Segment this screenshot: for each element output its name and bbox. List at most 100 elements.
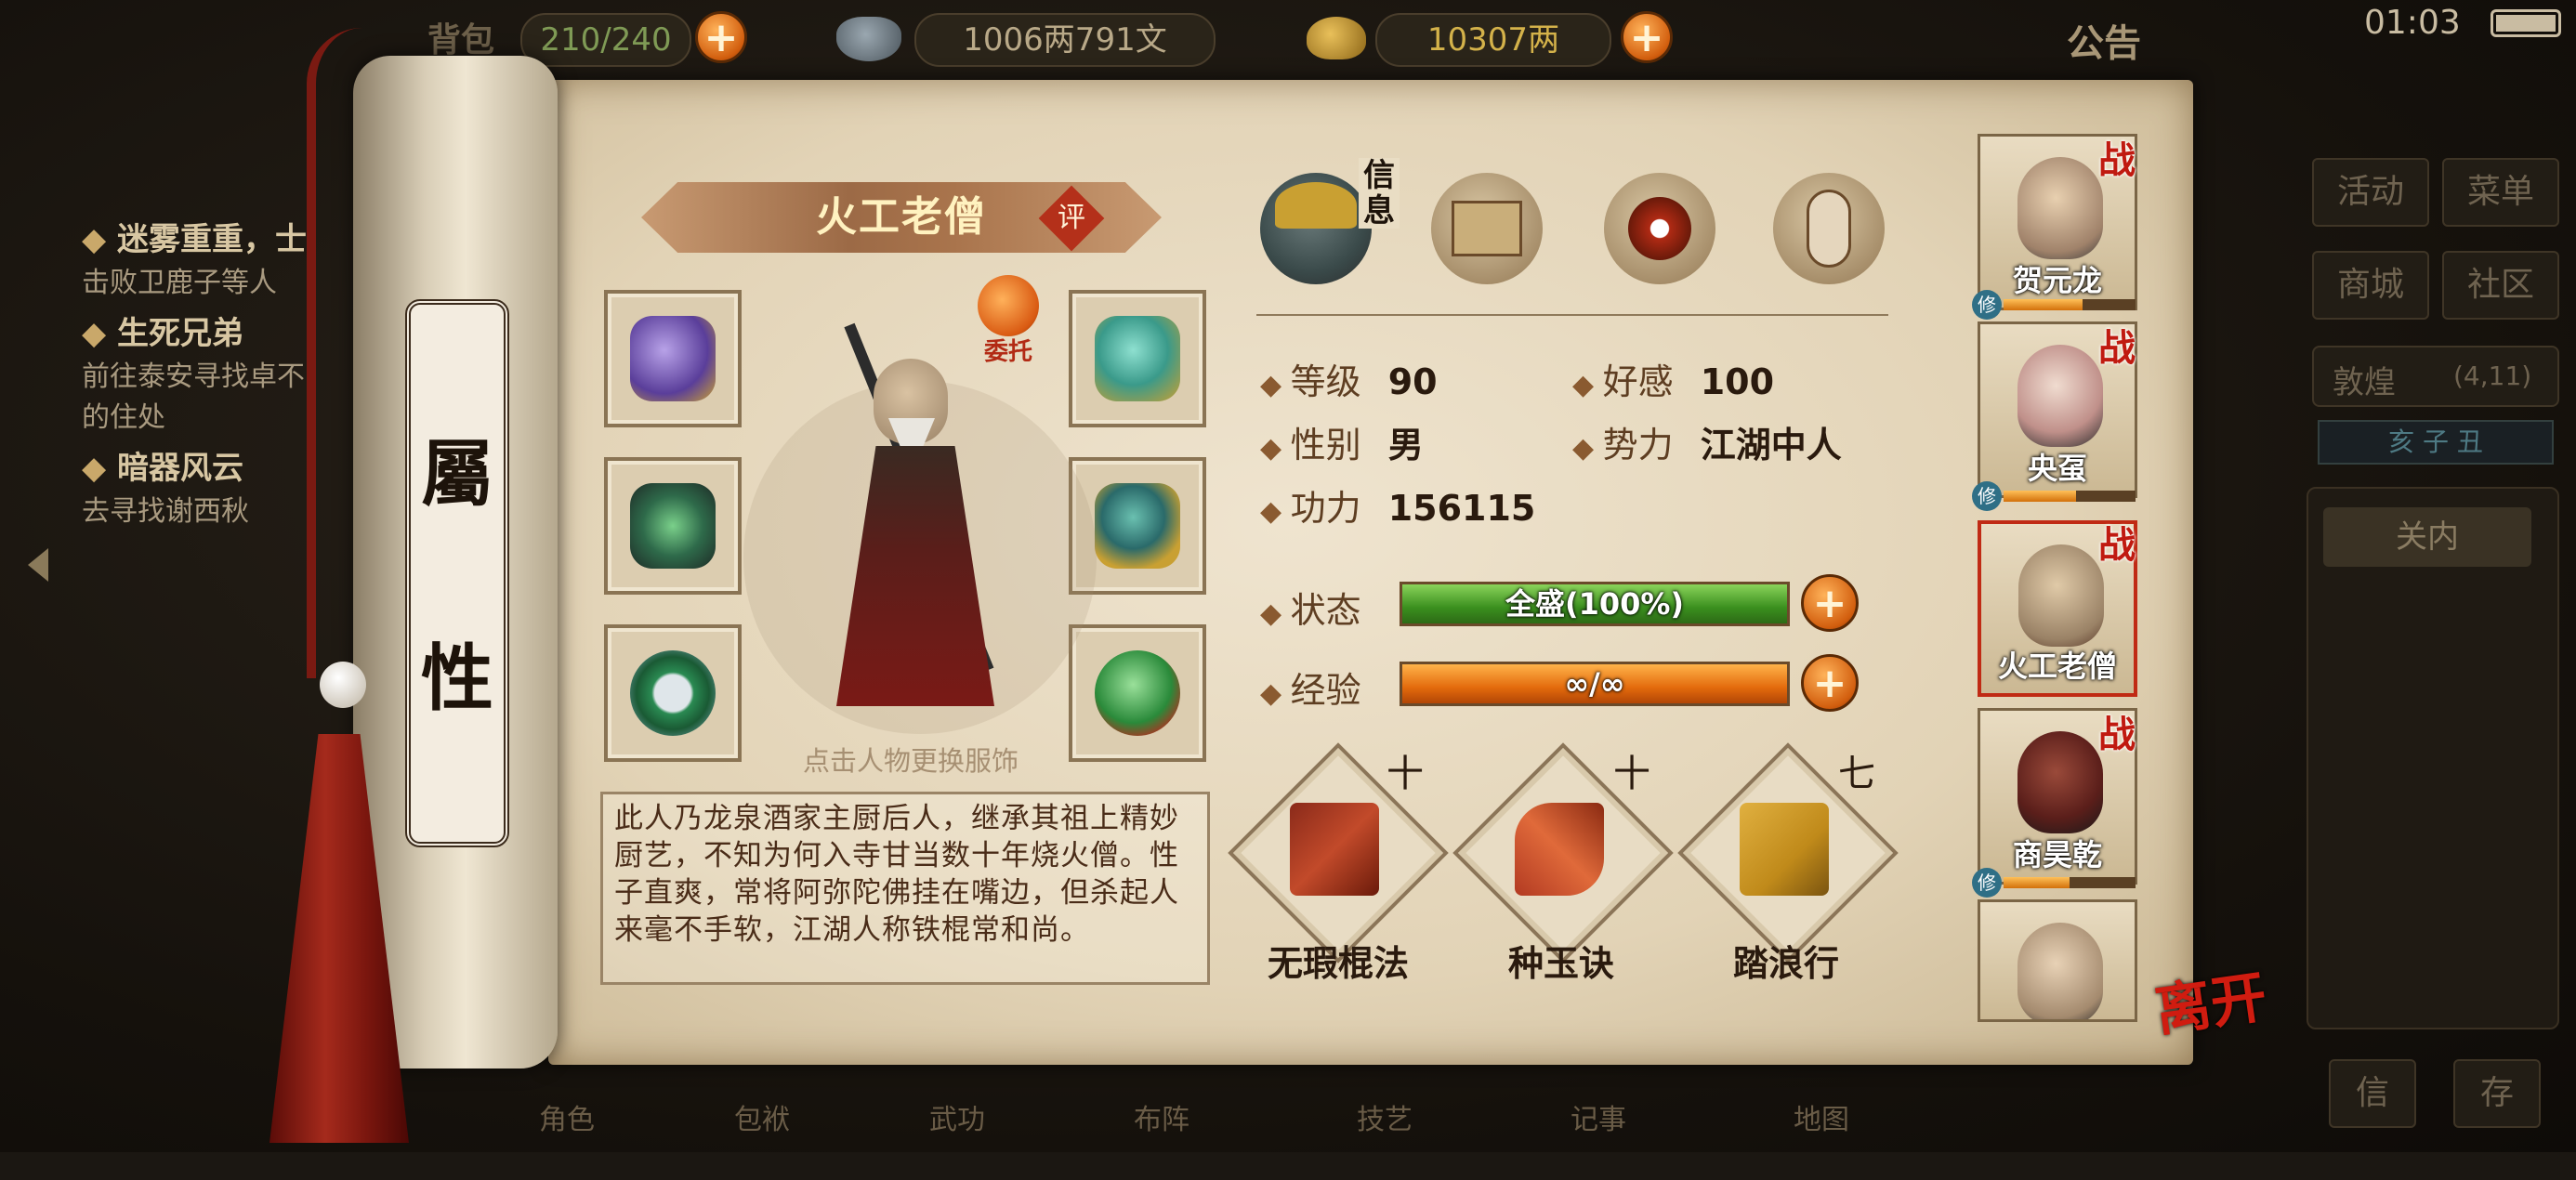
equip-slot-amulet[interactable] [1069,624,1206,762]
menu-button[interactable]: 菜单 [2442,158,2559,227]
notice-button[interactable]: 公告 [2067,13,2141,67]
stat-faction: ◆ 势力 江湖中人 [1572,425,1842,465]
tab-map[interactable]: 地图 [1794,1096,1942,1180]
tab-bag[interactable]: 包袱 [734,1096,883,1180]
cultivate-badge: 修 [1972,481,2002,511]
hat-icon [1095,316,1180,401]
scroll-label-char: 性 [420,636,493,721]
tab-inventory[interactable] [1431,173,1543,284]
party-mini-bar [2004,299,2136,310]
dagger-icon [630,483,716,569]
party-roster: 贺元龙 战 修 央虿 战 修 火工老僧 战 商昊乾 战 修 [1972,130,2145,1022]
cultivate-badge: 修 [1972,868,2002,898]
stat-level-value: 90 [1387,361,1438,402]
stat-exp: ◆ 经验 [1260,670,1361,711]
tab-bagua[interactable] [1604,173,1715,284]
activity-button[interactable]: 活动 [2312,158,2429,227]
battle-tag: 战 [2098,326,2136,370]
tab-divider [1256,314,1888,316]
armor-icon [1095,483,1180,569]
bag-label: 背包 [427,21,495,59]
clock: 01:03 [2364,4,2461,42]
party-name: 央虿 [2027,451,2087,486]
staff-manual-icon [1290,803,1379,896]
skill-name: 无瑕棍法 [1267,943,1409,984]
skill-level: 十 [1613,753,1650,795]
silver-ingot-icon [836,17,901,61]
party-mini-bar [2004,877,2136,888]
battle-tag: 战 [2098,138,2136,182]
battle-tag: 战 [2098,523,2136,567]
quest-title: 生死兄弟 [116,315,243,352]
money-display: 1006两791文 [914,13,1216,67]
party-card[interactable] [1978,899,2137,1022]
gold-plus-button[interactable]: + [1621,11,1673,63]
party-name: 商昊乾 [2012,837,2102,872]
location-coords: (4,11) [2453,361,2532,391]
region-button[interactable]: 关内 [2323,507,2531,567]
gauntlet-icon [630,316,716,401]
equip-slot-gloves[interactable] [604,290,742,427]
portrait-avatar [2017,345,2103,447]
location-panel: 敦煌 (4,11) [2312,346,2559,407]
golden-book-icon [1740,803,1829,896]
community-button[interactable]: 社区 [2442,251,2559,320]
exp-plus-button[interactable]: + [1801,654,1859,712]
delegate-label[interactable]: 委托 [966,333,1050,367]
status-plus-button[interactable]: + [1801,574,1859,632]
cultivate-badge: 修 [1972,290,2002,320]
save-button[interactable]: 存 [2453,1059,2541,1128]
party-mini-bar-fill [2004,877,2070,888]
stat-faction-label: 势力 [1602,425,1674,465]
scroll-label: 屬 性 [405,299,509,847]
skill-name: 种玉诀 [1507,943,1614,984]
bottom-tab-bar: 角色 包袱 武功 布阵 技艺 记事 地图 [520,1059,1914,1152]
equip-slot-hat[interactable] [1069,290,1206,427]
gold-display: 10307两 [1375,13,1611,67]
battle-tag: 战 [2098,713,2136,756]
stat-status: ◆ 状态 [1260,590,1361,631]
party-name: 火工老僧 [1997,649,2117,684]
tab-info-label: 信息 [1359,158,1400,229]
tab-journal[interactable]: 记事 [1571,1096,1719,1180]
stat-power: ◆ 功力 156115 [1260,488,1536,529]
leave-button[interactable]: 离开 [2149,951,2274,1069]
portrait-avatar [2018,544,2104,647]
party-mini-bar-fill [2004,299,2083,310]
message-button[interactable]: 信 [2329,1059,2416,1128]
bagua-icon [1628,197,1691,260]
location-name: 敦煌 [2333,364,2396,401]
stat-gender: ◆ 性别 男 [1260,425,1424,465]
collapse-arrow-icon[interactable] [28,548,48,582]
character-figure[interactable] [781,307,1041,734]
shop-button[interactable]: 商城 [2312,251,2429,320]
portrait-avatar [2017,157,2103,259]
tassel-bead [320,662,366,708]
stat-status-label: 状态 [1290,590,1361,631]
battery-icon [2491,9,2561,37]
equip-slot-ring[interactable] [604,624,742,762]
minimap-panel [2307,487,2559,1029]
compass-strip: 亥 子 丑 [2318,420,2554,465]
skill-level: 十 [1387,753,1424,795]
tab-role[interactable]: 角色 [539,1096,688,1180]
tab-meridian[interactable] [1773,173,1885,284]
gold-ingot-icon [1307,17,1366,59]
bag-plus-button[interactable]: + [695,11,747,63]
tab-formation[interactable]: 布阵 [1134,1096,1282,1180]
scroll-label-char: 屬 [420,432,493,517]
stat-faction-value: 江湖中人 [1700,425,1842,465]
body-meridian-icon [1807,190,1851,268]
bio-text: 此人乃龙泉酒家主厨后人，继承其祖上精妙厨艺，不知为何入寺甘当数十年烧火僧。性子直… [614,802,1179,947]
character-robe [836,446,994,706]
delegate-icon[interactable] [978,275,1039,336]
equip-slot-weapon[interactable] [604,457,742,595]
stat-power-label: 功力 [1290,488,1361,529]
scroll-manual-icon [1515,803,1604,896]
tab-martial[interactable]: 武功 [929,1096,1078,1180]
tab-info[interactable] [1260,173,1372,284]
quest-title: 迷雾重重，士 [116,221,307,258]
straw-hat-icon [1275,182,1357,229]
tab-craft[interactable]: 技艺 [1357,1096,1505,1180]
stat-gender-label: 性别 [1290,425,1361,465]
